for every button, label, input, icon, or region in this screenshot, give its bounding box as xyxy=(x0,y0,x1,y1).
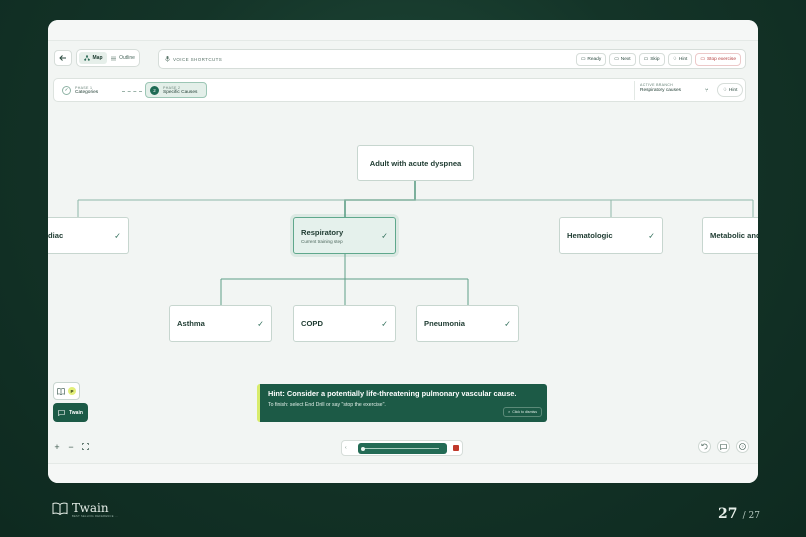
zoom-controls: + − xyxy=(52,442,90,452)
stop-recording-icon[interactable] xyxy=(453,445,459,451)
dismiss-label: Click to dismiss xyxy=(512,410,537,414)
book-icon xyxy=(52,502,68,515)
dismiss-button[interactable]: × Click to dismiss xyxy=(503,407,542,417)
notes-badge: P xyxy=(68,387,76,395)
check-icon: ✓ xyxy=(504,319,511,328)
child-node-copd[interactable]: COPD ✓ xyxy=(293,305,396,342)
category-node-respiratory[interactable]: Respiratory Current training step ✓ xyxy=(293,217,396,254)
audio-progress-line xyxy=(363,448,439,449)
brand-logo: Twain BEST SELLING REFERENCE ... xyxy=(52,502,118,518)
root-node[interactable]: Adult with acute dyspnea xyxy=(357,145,474,181)
fit-screen-icon[interactable] xyxy=(80,442,90,452)
audio-track[interactable] xyxy=(358,443,447,454)
category-node-hematologic[interactable]: Hematologic ✓ xyxy=(559,217,663,254)
hematologic-label: Hematologic xyxy=(567,231,613,240)
cardiac-label: diac xyxy=(48,231,64,240)
asthma-label: Asthma xyxy=(177,319,205,328)
hint-subtitle: To finish: select End Drill or say "stop… xyxy=(268,402,386,408)
right-tools: ? xyxy=(698,440,749,453)
comment-button[interactable] xyxy=(717,440,730,453)
respiratory-label: Respiratory xyxy=(301,227,344,237)
category-node-metabolic[interactable]: Metabolic and xyxy=(702,217,758,254)
check-icon: ✓ xyxy=(381,319,388,328)
check-icon: ✓ xyxy=(648,231,655,240)
zoom-out-icon[interactable]: − xyxy=(66,442,76,452)
audio-prev-icon[interactable]: ‹ xyxy=(345,445,347,451)
child-node-pneumonia[interactable]: Pneumonia ✓ xyxy=(416,305,519,342)
check-icon: ✓ xyxy=(114,231,121,240)
close-icon: × xyxy=(508,410,511,414)
book-icon xyxy=(57,387,65,395)
reset-icon xyxy=(701,443,708,450)
svg-text:?: ? xyxy=(741,444,744,449)
children-drop-lines xyxy=(220,279,469,305)
audio-playhead[interactable] xyxy=(361,446,365,451)
audio-recorder: ‹ xyxy=(341,440,463,456)
twain-chat-button[interactable]: Twain xyxy=(53,403,88,422)
zoom-in-icon[interactable]: + xyxy=(52,442,62,452)
hint-toast: Hint: Consider a potentially life-threat… xyxy=(257,384,547,422)
bottom-strip xyxy=(48,463,758,483)
hint-title: Hint: Consider a potentially life-threat… xyxy=(268,389,517,398)
current-step-caption: Current training step xyxy=(301,238,343,244)
check-icon: ✓ xyxy=(381,231,388,240)
brand-name: Twain xyxy=(72,501,109,515)
root-to-respiratory-line xyxy=(344,180,416,217)
reset-button[interactable] xyxy=(698,440,711,453)
comment-icon xyxy=(720,443,727,450)
root-label: Adult with acute dyspnea xyxy=(369,158,462,168)
metabolic-label: Metabolic and xyxy=(710,231,758,240)
check-icon: ✓ xyxy=(257,319,264,328)
category-node-cardiac[interactable]: diac ✓ xyxy=(48,217,129,254)
child-node-asthma[interactable]: Asthma ✓ xyxy=(169,305,272,342)
page-counter: 27 / 27 xyxy=(718,503,760,522)
app-window: Map Outline VOICE SHORTCUTS ▭ Ready ▭ Next… xyxy=(48,20,758,483)
notes-button[interactable]: P xyxy=(53,382,80,400)
chat-icon xyxy=(58,409,65,416)
copd-label: COPD xyxy=(301,319,323,328)
page-total: / 27 xyxy=(742,511,760,521)
page-current: 27 xyxy=(718,506,738,522)
pneumonia-label: Pneumonia xyxy=(424,319,465,328)
help-button[interactable]: ? xyxy=(736,440,749,453)
twain-button-label: Twain xyxy=(69,409,83,416)
brand-tagline: BEST SELLING REFERENCE ... xyxy=(72,515,118,518)
help-icon: ? xyxy=(739,443,746,450)
